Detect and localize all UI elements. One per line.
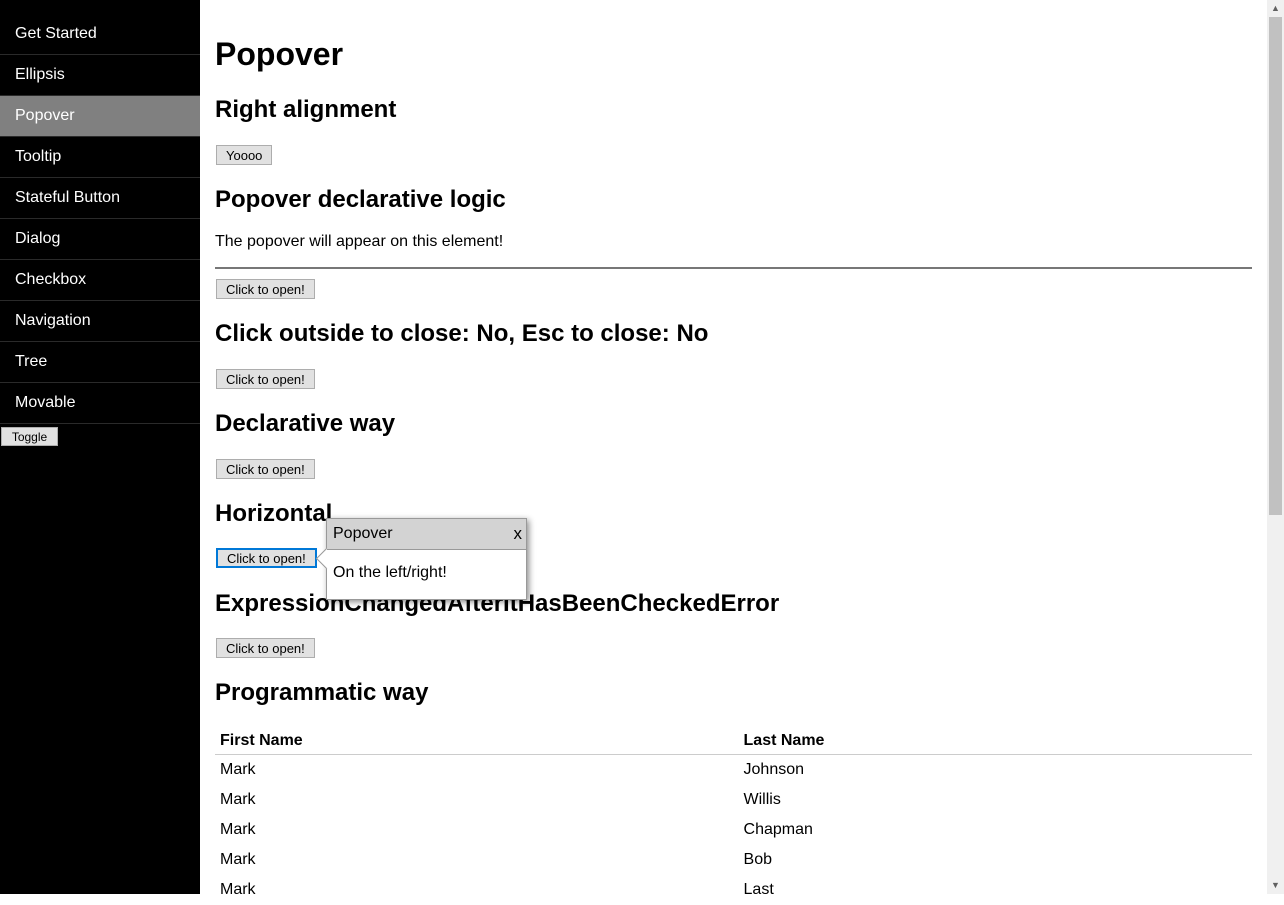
declarative-logic-open-button[interactable]: Click to open! [216, 279, 315, 299]
vertical-scrollbar[interactable]: ▲ ▼ [1267, 0, 1284, 894]
section-heading-click-outside: Click outside to close: No, Esc to close… [215, 320, 709, 347]
click-outside-open-button[interactable]: Click to open! [216, 369, 315, 389]
sidebar-item-checkbox[interactable]: Checkbox [0, 260, 200, 301]
first-name-cell: Mark [220, 881, 256, 898]
scroll-thumb[interactable] [1269, 17, 1282, 515]
table-row[interactable]: Mark Last [215, 875, 1252, 905]
declarative-way-open-button[interactable]: Click to open! [216, 459, 315, 479]
popover-target-text: The popover will appear on this element! [215, 233, 504, 250]
table-row[interactable]: Mark Bob [215, 845, 1252, 875]
first-name-cell: Mark [220, 851, 256, 868]
sidebar-item-navigation[interactable]: Navigation [0, 301, 200, 342]
first-name-cell: Mark [220, 791, 256, 808]
section-heading-horizontal: Horizontal [215, 500, 333, 527]
toggle-button[interactable]: Toggle [1, 427, 58, 446]
sidebar-item-movable[interactable]: Movable [0, 383, 200, 424]
section-heading-programmatic: Programmatic way [215, 679, 429, 706]
last-name-cell: Johnson [743, 761, 805, 778]
scroll-up-icon[interactable]: ▲ [1267, 0, 1284, 17]
page-title: Popover [215, 36, 344, 72]
first-name-cell: Mark [220, 821, 256, 838]
expression-open-button[interactable]: Click to open! [216, 638, 315, 658]
close-icon[interactable]: x [514, 519, 523, 549]
sidebar: Get Started Ellipsis Popover Tooltip Sta… [0, 0, 200, 894]
section-heading-declarative-way: Declarative way [215, 410, 396, 437]
table-header-row: First Name Last Name [215, 727, 1252, 755]
sidebar-item-tooltip[interactable]: Tooltip [0, 137, 200, 178]
header-last-name: Last Name [738, 727, 1252, 755]
divider [215, 267, 1252, 269]
header-first-name: First Name [215, 727, 739, 755]
last-name-cell: Last [743, 881, 774, 898]
last-name-cell: Chapman [743, 821, 813, 838]
scroll-down-icon[interactable]: ▼ [1267, 877, 1284, 894]
horizontal-open-button[interactable]: Click to open! [216, 548, 317, 568]
table-row[interactable]: Mark Johnson [215, 755, 1252, 786]
sidebar-item-tree[interactable]: Tree [0, 342, 200, 383]
popover-header: Popover x [327, 519, 526, 550]
table-row[interactable]: Mark Willis [215, 785, 1252, 815]
last-name-cell: Willis [743, 791, 781, 808]
section-heading-right-alignment: Right alignment [215, 96, 397, 123]
sidebar-item-dialog[interactable]: Dialog [0, 219, 200, 260]
popover-title: Popover [333, 525, 393, 542]
sidebar-item-stateful-button[interactable]: Stateful Button [0, 178, 200, 219]
sidebar-item-ellipsis[interactable]: Ellipsis [0, 55, 200, 96]
last-name-cell: Bob [743, 851, 772, 868]
popover-body: On the left/right! [333, 564, 447, 581]
sidebar-item-popover[interactable]: Popover [0, 96, 200, 137]
yoooo-button[interactable]: Yoooo [216, 145, 273, 165]
first-name-cell: Mark [220, 761, 256, 778]
section-heading-declarative-logic: Popover declarative logic [215, 186, 506, 213]
names-table: First Name Last Name Mark Johnson Mark W… [215, 727, 1252, 905]
sidebar-item-get-started[interactable]: Get Started [0, 14, 200, 55]
table-row[interactable]: Mark Chapman [215, 815, 1252, 845]
popover: Popover x On the left/right! [315, 518, 527, 600]
